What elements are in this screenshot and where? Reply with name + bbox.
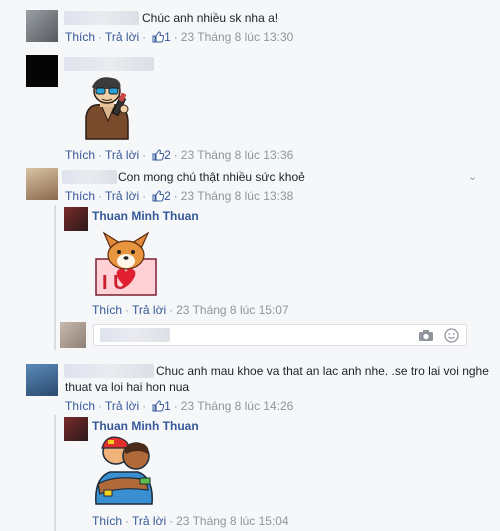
like-count[interactable]: 2 [149, 189, 171, 203]
avatar [60, 322, 86, 348]
timestamp[interactable]: 23 Tháng 8 lúc 14:26 [181, 399, 294, 413]
comment-text: Chúc anh nhiều sk nha a! [142, 11, 279, 25]
redacted-name [64, 57, 154, 71]
reply-link[interactable]: Trả lời [105, 399, 139, 413]
timestamp[interactable]: 23 Tháng 8 lúc 15:04 [176, 514, 289, 528]
sticker-hug [95, 436, 153, 505]
reply-link[interactable]: Trả lời [132, 303, 166, 317]
like-link[interactable]: Thích [92, 303, 122, 317]
reply-thread-line [54, 205, 56, 350]
like-count[interactable]: 2 [149, 148, 171, 162]
reply-author-name[interactable]: Thuan Minh Thuan [92, 209, 199, 223]
like-link[interactable]: Thích [65, 189, 95, 203]
like-count[interactable]: 1 [149, 30, 171, 44]
thumbs-up-icon [152, 31, 165, 43]
avatar[interactable] [26, 55, 58, 87]
reply-actions: Thích · Trả lời · 23 Tháng 8 lúc 15:04 [92, 514, 289, 528]
thumbs-up-icon [152, 400, 165, 412]
like-link[interactable]: Thích [65, 399, 95, 413]
thumbs-up-icon [152, 149, 165, 161]
comment-actions: Thích · Trả lời · 2 · 23 Tháng 8 lúc 13:38 [65, 189, 294, 203]
like-link[interactable]: Thích [65, 148, 95, 162]
like-count[interactable]: 1 [149, 399, 171, 413]
redacted-name [64, 11, 139, 25]
comment-text-line2: thuat va loi hai hon nua [65, 380, 190, 394]
comment-text: Con mong chú thật nhiều sức khoẻ [118, 170, 305, 184]
reply-actions: Thích · Trả lời · 23 Tháng 8 lúc 15:07 [92, 303, 289, 317]
avatar[interactable] [26, 10, 58, 42]
timestamp[interactable]: 23 Tháng 8 lúc 13:30 [181, 30, 294, 44]
timestamp[interactable]: 23 Tháng 8 lúc 13:38 [181, 189, 294, 203]
reply-input[interactable] [93, 324, 467, 346]
comment-actions: Thích · Trả lời · 2 · 23 Tháng 8 lúc 13:36 [65, 148, 294, 162]
sticker-corgi-heart: I U [95, 231, 157, 296]
timestamp[interactable]: 23 Tháng 8 lúc 15:07 [176, 303, 289, 317]
reply-link[interactable]: Trả lời [105, 30, 139, 44]
sticker-rocker [85, 77, 129, 140]
comment-actions: Thích · Trả lời · 1 · 23 Tháng 8 lúc 13:30 [65, 30, 294, 44]
avatar[interactable] [64, 207, 88, 231]
camera-icon[interactable] [418, 329, 434, 342]
avatar[interactable] [26, 364, 58, 396]
reply-link[interactable]: Trả lời [105, 189, 139, 203]
like-link[interactable]: Thích [65, 30, 95, 44]
comment-text-line1: Chuc anh mau khoe va that an lac anh nhe… [156, 364, 489, 378]
reply-link[interactable]: Trả lời [105, 148, 139, 162]
reply-author-name[interactable]: Thuan Minh Thuan [92, 419, 199, 433]
redacted-placeholder [100, 328, 170, 342]
reply-link[interactable]: Trả lời [132, 514, 166, 528]
timestamp[interactable]: 23 Tháng 8 lúc 13:36 [181, 148, 294, 162]
thumbs-up-icon [152, 190, 165, 202]
reply-thread-line [54, 415, 56, 531]
avatar[interactable] [64, 417, 88, 441]
redacted-name [64, 364, 154, 378]
avatar[interactable] [26, 168, 58, 200]
emoji-icon[interactable] [444, 328, 459, 343]
chevron-down-icon[interactable]: ⌄ [468, 170, 477, 183]
like-link[interactable]: Thích [92, 514, 122, 528]
redacted-name [62, 170, 117, 184]
comment-actions: Thích · Trả lời · 1 · 23 Tháng 8 lúc 14:26 [65, 399, 294, 413]
